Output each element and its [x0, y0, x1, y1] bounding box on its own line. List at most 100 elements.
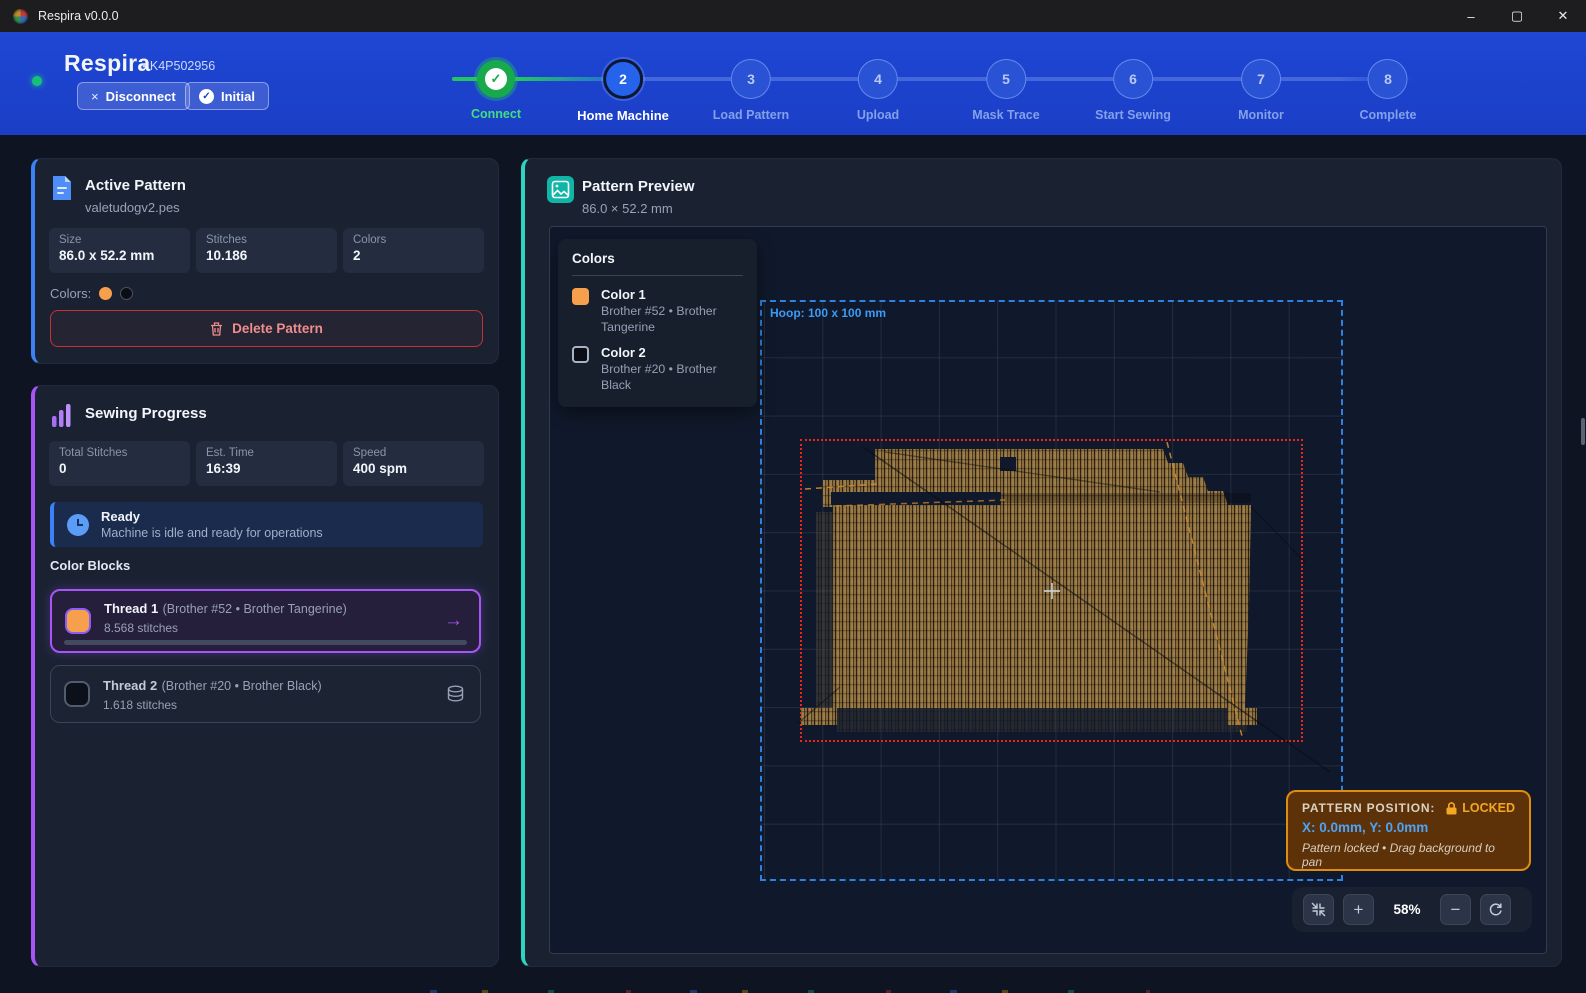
color-2-name: Color 2 [601, 345, 735, 360]
stat-colors: Colors 2 [343, 228, 484, 273]
window-scrollbar-thumb[interactable] [1581, 418, 1585, 445]
progress-stats: Total Stitches 0 Est. Time 16:39 Speed 4… [49, 441, 484, 486]
stat-stitches: Stitches 10.186 [196, 228, 337, 273]
app-icon [13, 9, 28, 24]
thread-2-block[interactable]: Thread 2 (Brother #20 • Brother Black) 1… [50, 665, 481, 723]
speed-label: Speed [353, 447, 474, 459]
layers-icon [447, 685, 464, 703]
disconnect-button[interactable]: × Disconnect [77, 82, 190, 110]
initial-button[interactable]: ✓ Initial [185, 82, 269, 110]
close-button[interactable]: ✕ [1540, 0, 1586, 32]
color-blocks-heading: Color Blocks [50, 558, 130, 573]
zoom-out-button[interactable]: − [1440, 894, 1471, 925]
thread-2-detail: (Brother #20 • Brother Black) [162, 679, 322, 693]
step-complete-label: Complete [1360, 108, 1417, 122]
total-stitches-label: Total Stitches [59, 447, 180, 459]
pattern-coordinates: X: 0.0mm, Y: 0.0mm [1302, 820, 1515, 835]
pattern-colors-row: Colors: [50, 286, 133, 301]
app-window: Respira v0.0.0 – ▢ ✕ Respira • K4P502956… [0, 0, 1586, 993]
step-mask-trace[interactable]: 5 Mask Trace [972, 59, 1039, 122]
legend-color-2: Color 2 Brother #20 • Brother Black [572, 345, 743, 394]
step-sewing-label: Start Sewing [1095, 108, 1171, 122]
step-complete-circle[interactable]: 8 [1368, 59, 1408, 99]
lock-icon [1446, 802, 1457, 815]
fit-view-button[interactable] [1303, 894, 1334, 925]
color-1-name: Color 1 [601, 287, 735, 302]
stat-stitches-value: 10.186 [206, 248, 327, 263]
thread-2-stitches: 1.618 stitches [103, 698, 322, 712]
step-mask-label: Mask Trace [972, 108, 1039, 122]
pattern-filename: valetudogv2.pes [85, 200, 180, 215]
reset-view-button[interactable] [1480, 894, 1511, 925]
step-load-pattern[interactable]: 3 Load Pattern [713, 59, 789, 122]
colors-legend-panel: Colors Color 1 Brother #52 • Brother Tan… [558, 239, 757, 407]
x-icon: × [91, 89, 99, 104]
stat-speed: Speed 400 spm [343, 441, 484, 486]
thread-1-stitches: 8.568 stitches [104, 621, 347, 635]
step-load-circle[interactable]: 3 [731, 59, 771, 99]
trash-icon [210, 322, 223, 336]
step-start-sewing[interactable]: 6 Start Sewing [1095, 59, 1171, 122]
step-sewing-circle[interactable]: 6 [1113, 59, 1153, 99]
color-1-desc: Brother #52 • Brother Tangerine [601, 304, 735, 336]
colors-label: Colors: [50, 286, 91, 301]
status-title: Ready [101, 509, 323, 524]
step-home-label: Home Machine [577, 108, 669, 123]
zoom-in-button[interactable]: + [1343, 894, 1374, 925]
color-dot-black [120, 287, 133, 300]
disconnect-label: Disconnect [106, 89, 176, 104]
title-bar: Respira v0.0.0 – ▢ ✕ [0, 0, 1586, 32]
step-mask-circle[interactable]: 5 [986, 59, 1026, 99]
minimize-button[interactable]: – [1448, 0, 1494, 32]
legend-color-1: Color 1 Brother #52 • Brother Tangerine [572, 287, 743, 336]
stat-size-value: 86.0 x 52.2 mm [59, 248, 180, 263]
step-connect[interactable]: ✓ Connect [471, 60, 521, 121]
locked-label: LOCKED [1462, 801, 1515, 815]
maximize-button[interactable]: ▢ [1494, 0, 1540, 32]
delete-pattern-button[interactable]: Delete Pattern [50, 310, 483, 347]
pattern-stats: Size 86.0 x 52.2 mm Stitches 10.186 Colo… [49, 228, 484, 273]
pattern-dimensions: 86.0 × 52.2 mm [582, 201, 673, 216]
window-controls: – ▢ ✕ [1448, 0, 1586, 32]
zoom-controls: + 58% − [1292, 887, 1532, 932]
thread-1-detail: (Brother #52 • Brother Tangerine) [163, 602, 347, 616]
thread-2-name: Thread 2 [103, 678, 157, 693]
step-upload[interactable]: 4 Upload [857, 59, 899, 122]
step-home-machine[interactable]: 2 Home Machine [577, 59, 669, 123]
preview-canvas[interactable]: Hoop: 100 x 100 mm [549, 226, 1547, 954]
sewing-progress-title: Sewing Progress [85, 405, 207, 422]
stat-stitches-label: Stitches [206, 234, 327, 246]
step-upload-circle[interactable]: 4 [858, 59, 898, 99]
stat-colors-label: Colors [353, 234, 474, 246]
document-icon [51, 175, 73, 202]
image-icon [547, 176, 574, 203]
step-load-label: Load Pattern [713, 108, 789, 122]
step-home-circle[interactable]: 2 [603, 59, 643, 99]
thread-1-progress-bar [64, 640, 467, 645]
stat-est-time: Est. Time 16:39 [196, 441, 337, 486]
color-2-desc: Brother #20 • Brother Black [601, 362, 735, 394]
pattern-preview-title: Pattern Preview [582, 178, 695, 195]
stat-total-stitches: Total Stitches 0 [49, 441, 190, 486]
total-stitches-value: 0 [59, 461, 180, 476]
stat-size-label: Size [59, 234, 180, 246]
stat-colors-value: 2 [353, 248, 474, 263]
active-pattern-title: Active Pattern [85, 177, 186, 194]
color-dot-orange [99, 287, 112, 300]
step-monitor-label: Monitor [1238, 108, 1284, 122]
colors-legend-title: Colors [572, 251, 743, 266]
bar-chart-icon [52, 403, 72, 427]
step-monitor-circle[interactable]: 7 [1241, 59, 1281, 99]
thread-1-block[interactable]: Thread 1 (Brother #52 • Brother Tangerin… [50, 589, 481, 653]
sewing-progress-card: Sewing Progress Total Stitches 0 Est. Ti… [31, 385, 499, 967]
color-1-swatch [572, 288, 589, 305]
thread-1-name: Thread 1 [104, 601, 158, 616]
step-complete[interactable]: 8 Complete [1360, 59, 1417, 122]
active-pattern-card: Active Pattern valetudogv2.pes Size 86.0… [31, 158, 499, 364]
est-time-label: Est. Time [206, 447, 327, 459]
check-circle-icon: ✓ [199, 89, 214, 104]
est-time-value: 16:39 [206, 461, 327, 476]
step-connect-circle[interactable]: ✓ [477, 60, 515, 98]
step-monitor[interactable]: 7 Monitor [1238, 59, 1284, 122]
window-title: Respira v0.0.0 [38, 9, 119, 23]
